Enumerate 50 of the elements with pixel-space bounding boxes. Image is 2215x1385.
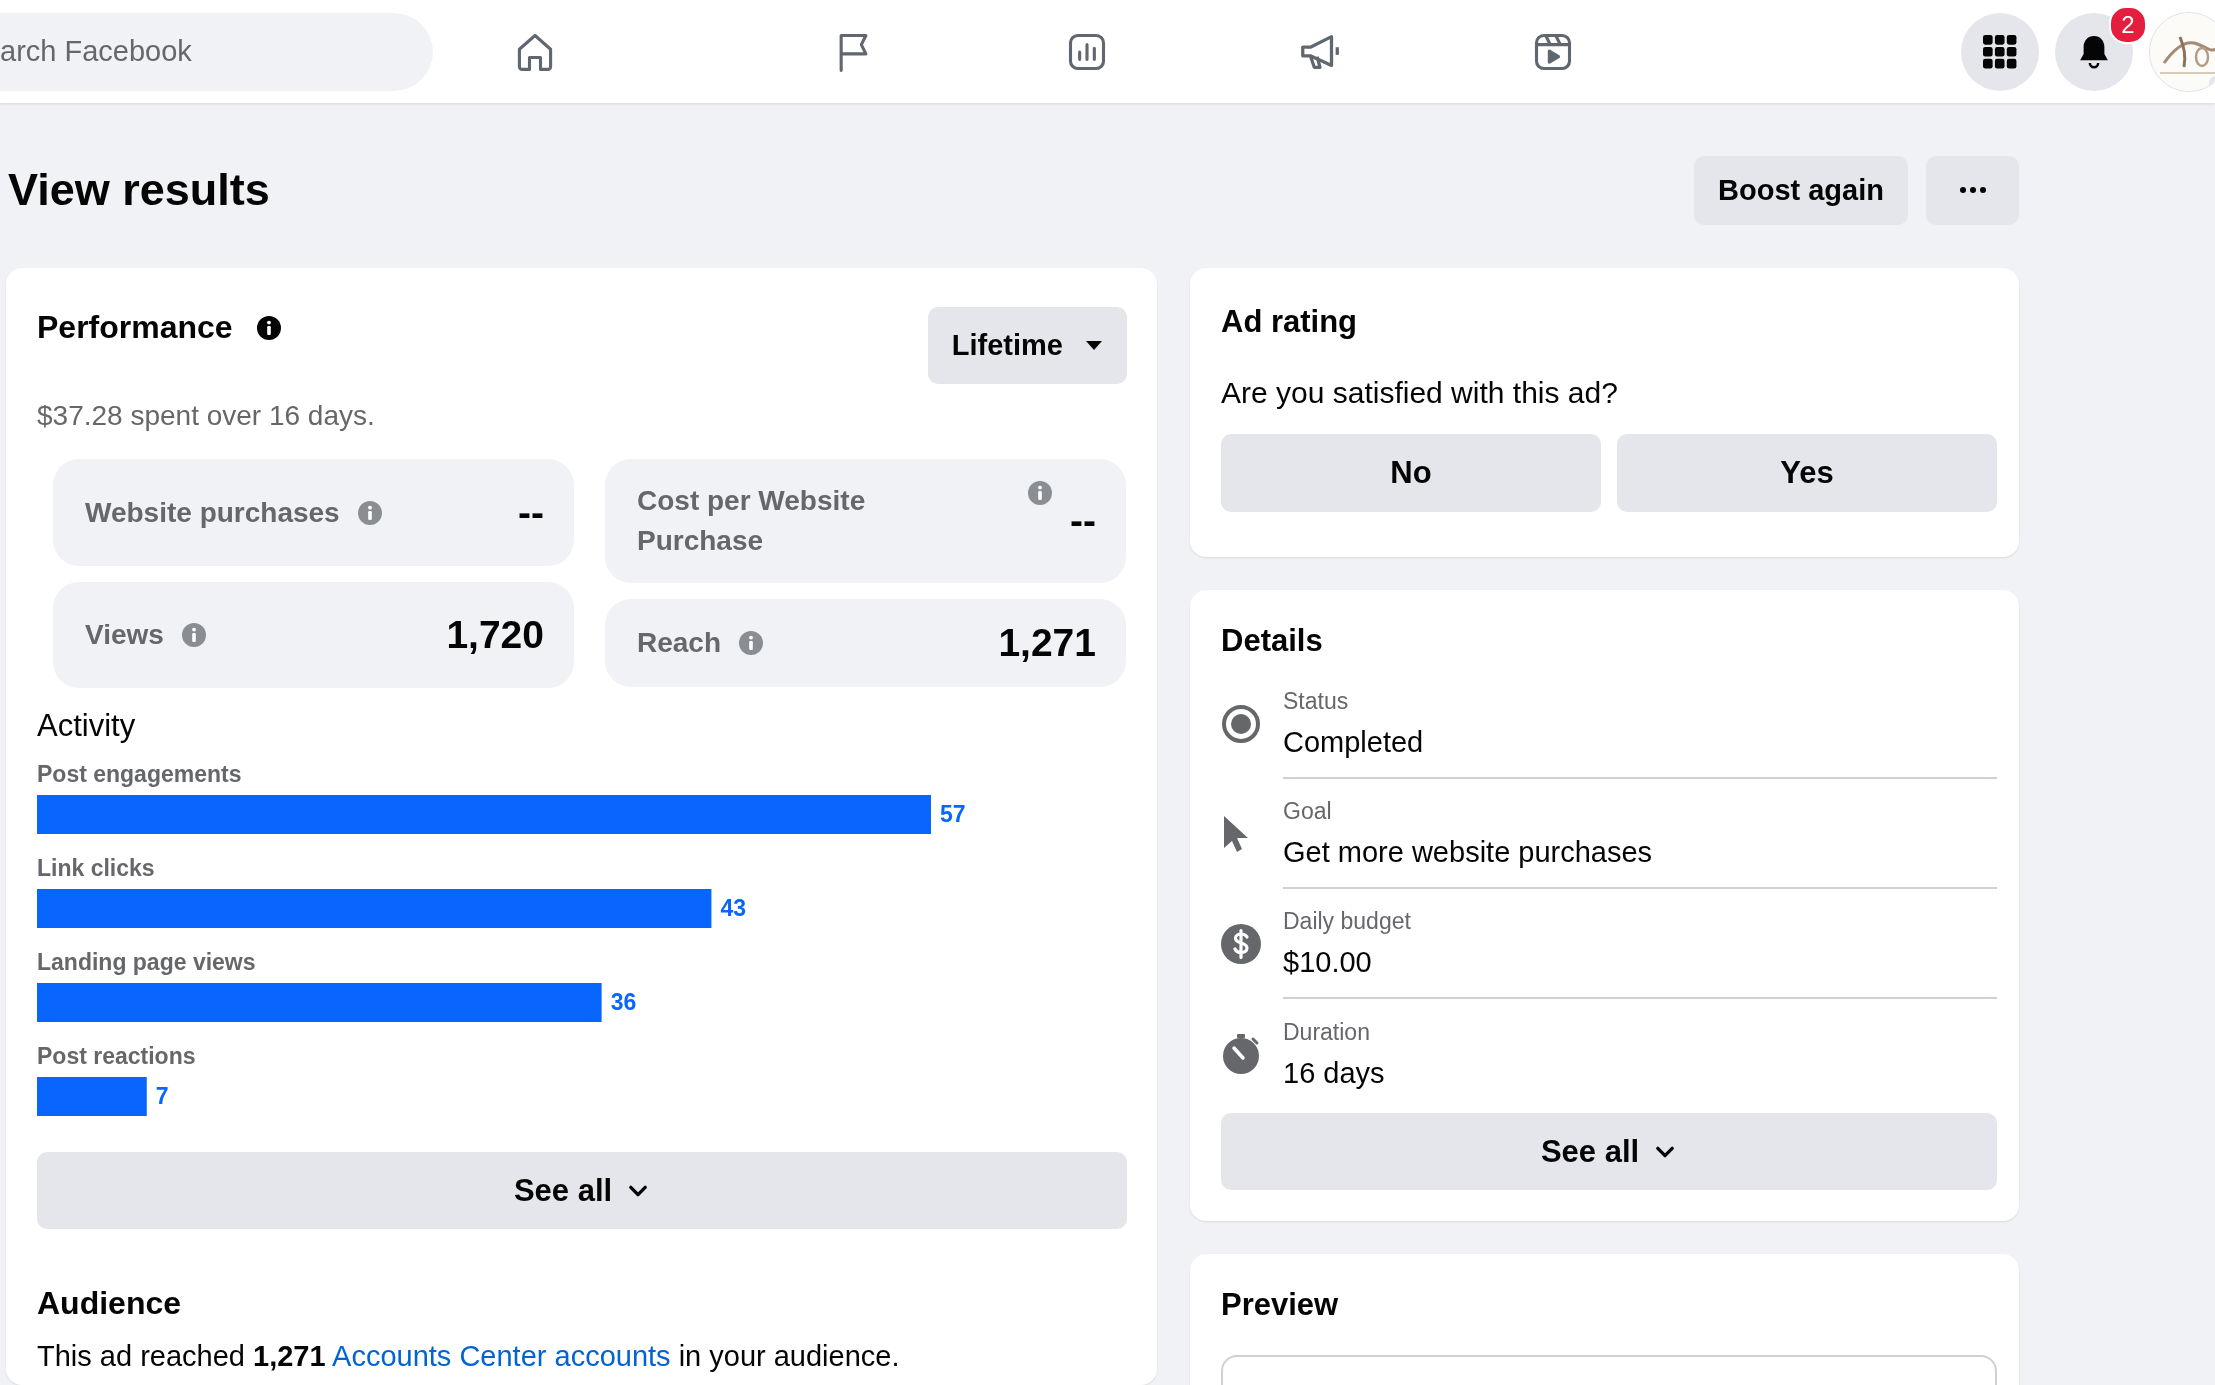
info-icon[interactable]: [256, 315, 281, 340]
section-title: Performance: [37, 309, 233, 346]
bar-label: Landing page views: [37, 949, 256, 975]
see-all-button[interactable]: See all: [37, 1152, 1127, 1229]
section-title: Activity: [37, 708, 137, 744]
spend-summary: $37.28 spent over 16 days.: [37, 399, 376, 433]
metric-label: Cost per Website Purchase: [637, 484, 867, 558]
bar-label: Link clicks: [37, 855, 155, 881]
metric-label: Reach: [637, 626, 722, 660]
detail-value: $10.00: [1283, 945, 1373, 980]
rating-button[interactable]: No: [1221, 434, 1601, 512]
metric-value: 1,720: [446, 613, 544, 657]
detail-label: Goal: [1283, 797, 1333, 826]
bar-label: Post reactions: [37, 1043, 196, 1069]
detail-label: Status: [1283, 687, 1350, 716]
section-title: Audience: [37, 1285, 183, 1322]
accounts-link[interactable]: Accounts Center accounts: [332, 1340, 671, 1372]
page-title: View results: [8, 164, 271, 216]
dollar-icon: [1221, 924, 1261, 964]
see-all-button[interactable]: See all: [1221, 1113, 1997, 1190]
radio-icon: [1221, 704, 1261, 744]
detail-label: Duration: [1283, 1018, 1371, 1047]
grid-icon: [1983, 34, 2017, 69]
bar-label: Post engagements: [37, 761, 242, 787]
bar-value: 57: [940, 801, 966, 827]
detail-value: 16 days: [1283, 1056, 1386, 1091]
rating-question: Are you satisfied with this ad?: [1221, 376, 1619, 410]
bar-value: 43: [720, 895, 746, 921]
section-title: Ad rating: [1221, 304, 1359, 340]
more-icon: [1959, 187, 1986, 193]
metric-value: --: [1070, 499, 1096, 543]
caret-icon: [1085, 340, 1103, 351]
section-title: Preview: [1221, 1287, 1340, 1323]
audience-text: This ad reached 1,271 Accounts Center accounts in your audience.: [37, 1340, 901, 1373]
metric-label: Views: [85, 618, 164, 652]
detail-value: Completed: [1283, 725, 1425, 760]
metric-value: 1,271: [998, 621, 1096, 665]
rating-button[interactable]: Yes: [1617, 434, 1997, 512]
stopwatch-icon: [1221, 1033, 1261, 1075]
period-dropdown[interactable]: Lifetime: [927, 307, 1127, 384]
metric-label: Website purchases: [85, 495, 340, 530]
bar-value: 36: [610, 989, 637, 1015]
boost-button[interactable]: Boost again: [1694, 155, 1908, 225]
metric-value: --: [518, 490, 544, 535]
section-title: Details: [1221, 623, 1324, 659]
notification-badge: 2: [2109, 5, 2147, 44]
bar-value: 7: [155, 1083, 169, 1109]
search-field[interactable]: arch Facebook: [0, 12, 433, 91]
detail-label: Daily budget: [1283, 907, 1412, 936]
detail-value: Get more website purchases: [1283, 835, 1654, 870]
